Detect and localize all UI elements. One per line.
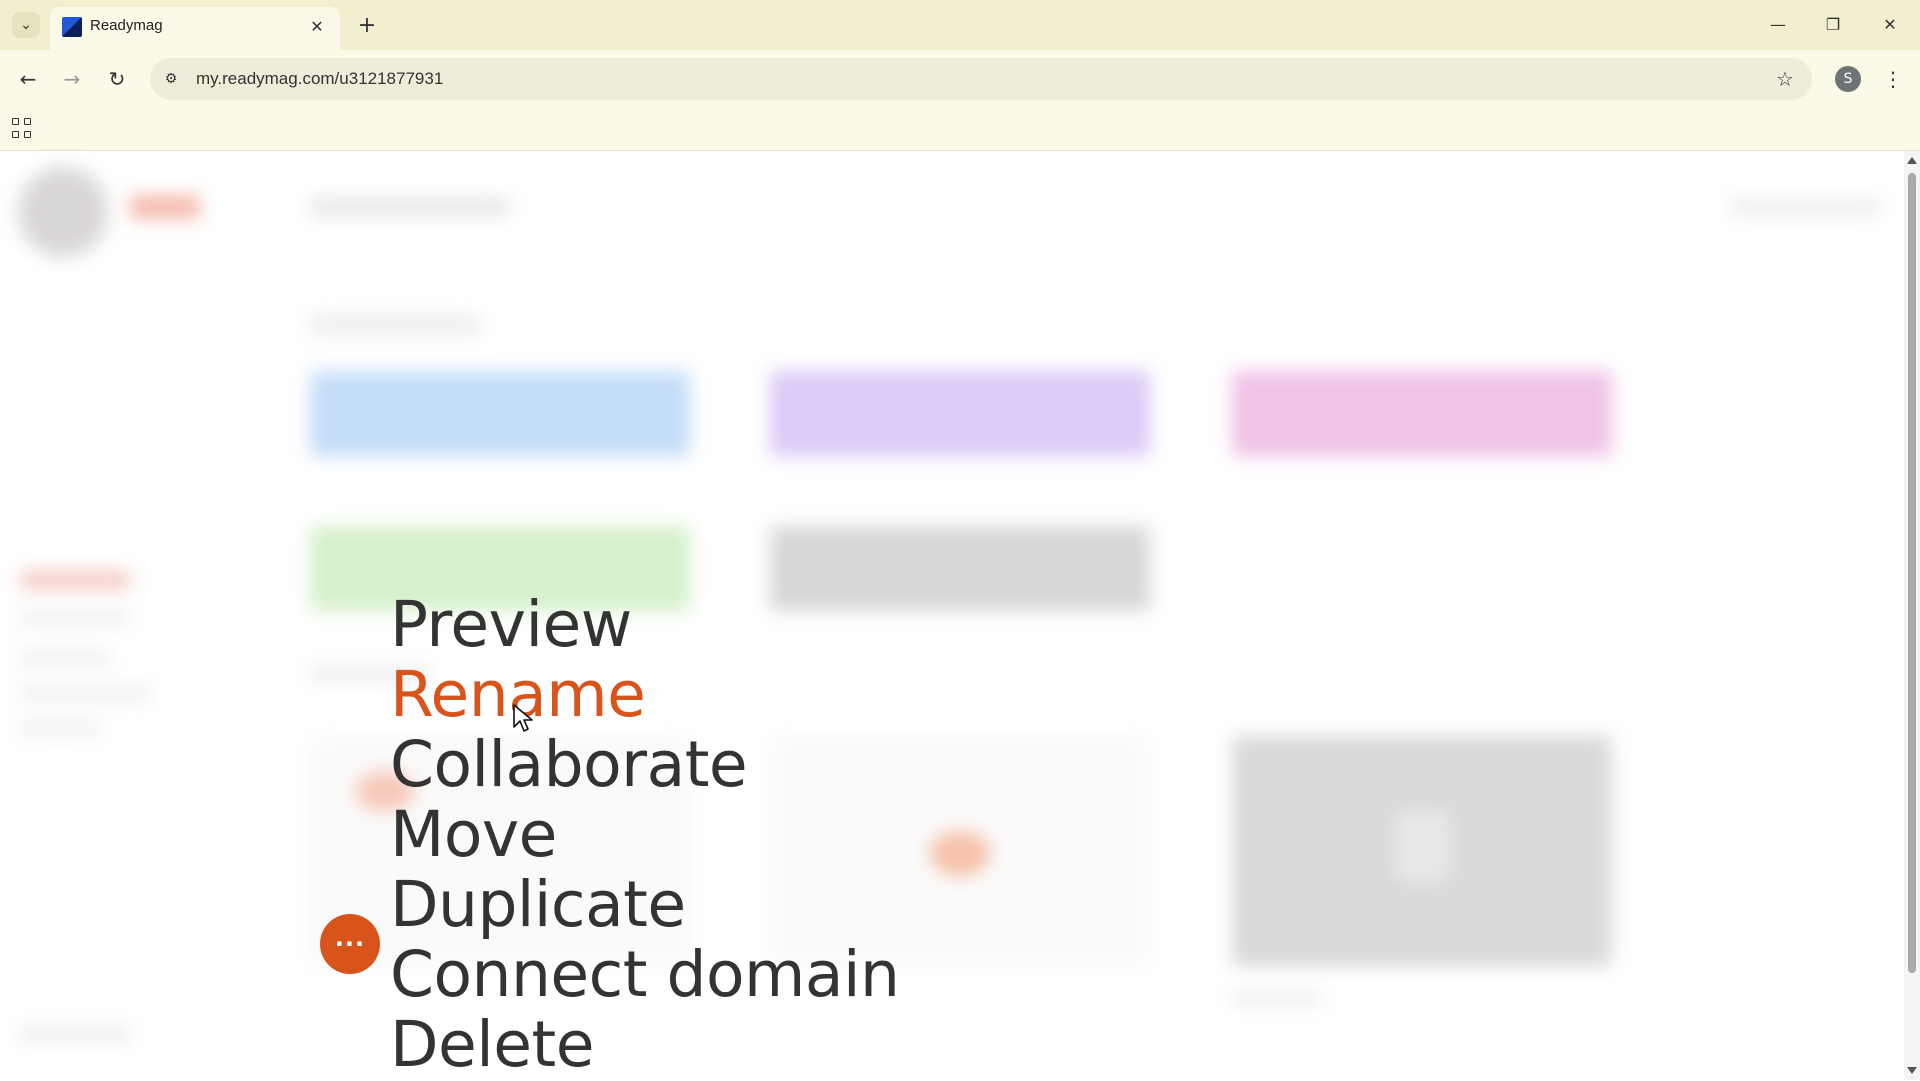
tab-bar: ⌄ Readymag ✕ + — ❐ ✕ <box>0 0 1920 50</box>
blurred-card-blue <box>310 371 690 456</box>
scroll-thumb[interactable] <box>1908 173 1916 973</box>
blurred-sidebar-item <box>20 611 130 625</box>
bookmarks-bar <box>0 108 1920 151</box>
blurred-card-pink <box>1232 371 1612 456</box>
scroll-down-icon[interactable] <box>1907 1067 1917 1074</box>
blurred-header-text <box>310 199 510 215</box>
blurred-sidebar-item <box>20 651 110 665</box>
blurred-section-title <box>310 316 480 334</box>
blurred-sidebar-item <box>20 686 150 700</box>
page-content <box>0 151 1904 1080</box>
scroll-up-icon[interactable] <box>1907 157 1917 164</box>
browser-toolbar: ← → ↻ ⚙ my.readymag.com/u3121877931 ☆ S … <box>0 50 1920 108</box>
menu-item-collaborate[interactable]: Collaborate <box>390 730 899 800</box>
plus-icon[interactable]: + <box>354 12 380 38</box>
blurred-header-actions <box>1730 199 1880 215</box>
blurred-sidebar-item <box>20 571 130 589</box>
blurred-card-caption <box>1232 991 1322 1005</box>
close-icon[interactable]: ✕ <box>306 15 328 37</box>
more-options-button[interactable]: ··· <box>320 914 380 974</box>
restore-icon[interactable]: ❐ <box>1813 10 1853 38</box>
reload-icon[interactable]: ↻ <box>102 64 132 94</box>
blurred-project-thumb <box>1395 811 1450 881</box>
page-scrollbar[interactable] <box>1904 151 1920 1080</box>
blurred-sidebar-item <box>20 721 100 735</box>
url-text[interactable]: my.readymag.com/u3121877931 <box>196 69 443 89</box>
blurred-card-purple <box>770 371 1150 456</box>
menu-item-duplicate[interactable]: Duplicate <box>390 870 899 940</box>
menu-item-preview[interactable]: Preview <box>390 590 899 660</box>
project-context-menu: Preview Rename Collaborate Move Duplicat… <box>390 590 900 1080</box>
kebab-icon[interactable]: ⋮ <box>1880 64 1906 94</box>
readymag-favicon-icon <box>62 17 82 37</box>
tab-title: Readymag <box>90 17 163 34</box>
menu-item-delete[interactable]: Delete <box>390 1010 899 1080</box>
menu-item-move[interactable]: Move <box>390 800 899 870</box>
blurred-background <box>0 151 1904 1080</box>
blurred-avatar <box>18 167 108 257</box>
browser-tab[interactable]: Readymag ✕ <box>50 7 340 50</box>
forward-arrow-icon[interactable]: → <box>57 64 87 94</box>
star-icon[interactable]: ☆ <box>1772 66 1798 92</box>
menu-item-rename[interactable]: Rename <box>390 660 899 730</box>
tune-icon[interactable]: ⚙ <box>160 68 182 90</box>
window-close-icon[interactable]: ✕ <box>1870 10 1910 38</box>
address-bar[interactable]: ⚙ my.readymag.com/u3121877931 ☆ <box>150 58 1812 100</box>
profile-avatar[interactable]: S <box>1835 66 1861 92</box>
blurred-project-thumb <box>930 831 990 876</box>
back-arrow-icon[interactable]: ← <box>13 64 43 94</box>
blurred-footer <box>20 1026 130 1042</box>
chevron-down-icon[interactable]: ⌄ <box>12 12 40 38</box>
apps-grid-icon[interactable] <box>12 118 34 140</box>
menu-item-connect-domain[interactable]: Connect domain <box>390 940 900 1010</box>
minimize-icon[interactable]: — <box>1758 10 1798 38</box>
blurred-logo <box>130 196 200 218</box>
